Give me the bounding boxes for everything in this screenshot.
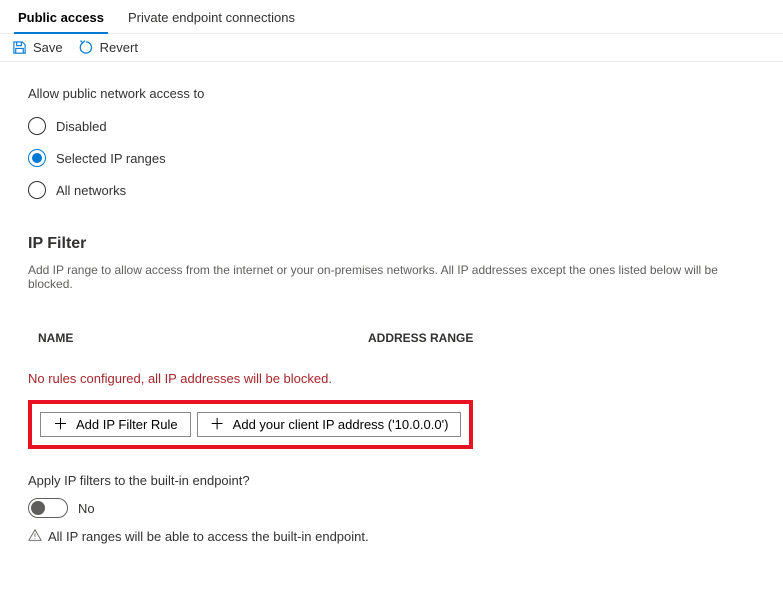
tab-private-endpoint[interactable]: Private endpoint connections (116, 0, 307, 33)
column-name: NAME (38, 331, 368, 345)
revert-icon (79, 40, 94, 55)
radio-label: Disabled (56, 119, 107, 134)
ip-filter-description: Add IP range to allow access from the in… (28, 263, 755, 291)
save-icon (12, 40, 27, 55)
save-label: Save (33, 40, 63, 55)
builtin-info-row: All IP ranges will be able to access the… (28, 528, 755, 545)
radio-disabled[interactable]: Disabled (28, 117, 755, 135)
tab-public-access[interactable]: Public access (6, 0, 116, 33)
radio-circle-icon (28, 117, 46, 135)
add-client-ip-button[interactable]: ＋ Add your client IP address ('10.0.0.0'… (197, 412, 462, 437)
revert-button[interactable]: Revert (79, 40, 138, 55)
plus-icon: ＋ (210, 417, 225, 432)
network-access-radio-group: Disabled Selected IP ranges All networks (28, 117, 755, 199)
builtin-toggle-value: No (78, 501, 95, 516)
radio-circle-icon (28, 181, 46, 199)
tab-bar: Public access Private endpoint connectio… (0, 0, 783, 34)
add-ip-filter-rule-button[interactable]: ＋ Add IP Filter Rule (40, 412, 191, 437)
radio-label: Selected IP ranges (56, 151, 166, 166)
network-access-label: Allow public network access to (28, 86, 755, 101)
toolbar: Save Revert (0, 34, 783, 62)
column-address-range: ADDRESS RANGE (368, 331, 745, 345)
radio-selected-ip-ranges[interactable]: Selected IP ranges (28, 149, 755, 167)
radio-label: All networks (56, 183, 126, 198)
plus-icon: ＋ (53, 417, 68, 432)
highlighted-actions: ＋ Add IP Filter Rule ＋ Add your client I… (28, 400, 473, 449)
no-rules-error: No rules configured, all IP addresses wi… (28, 353, 755, 400)
builtin-info-text: All IP ranges will be able to access the… (48, 529, 369, 544)
add-client-label: Add your client IP address ('10.0.0.0') (233, 417, 449, 432)
radio-circle-icon (28, 149, 46, 167)
builtin-endpoint-question: Apply IP filters to the built-in endpoin… (28, 473, 755, 488)
revert-label: Revert (100, 40, 138, 55)
content-area: Allow public network access to Disabled … (0, 62, 783, 569)
builtin-toggle[interactable] (28, 498, 68, 518)
radio-all-networks[interactable]: All networks (28, 181, 755, 199)
save-button[interactable]: Save (12, 40, 63, 55)
add-rule-label: Add IP Filter Rule (76, 417, 178, 432)
ip-filter-table-header: NAME ADDRESS RANGE (28, 323, 755, 353)
warning-icon (28, 528, 42, 545)
builtin-toggle-row: No (28, 498, 755, 518)
ip-filter-heading: IP Filter (28, 235, 755, 253)
